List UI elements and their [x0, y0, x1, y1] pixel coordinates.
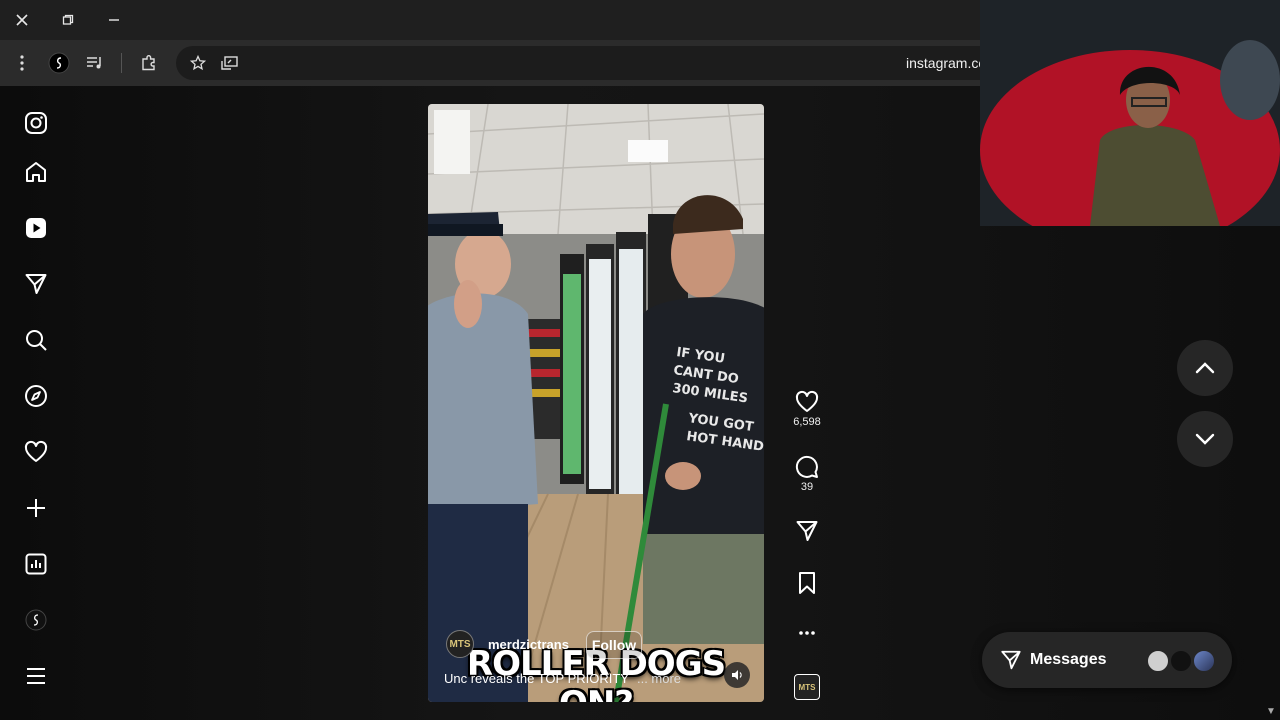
extension-s-icon[interactable] — [47, 51, 71, 75]
instagram-logo-icon[interactable] — [20, 107, 52, 139]
webcam-image — [980, 0, 1280, 226]
share-icon[interactable] — [795, 519, 819, 543]
audio-thumbnail[interactable]: MTS — [791, 674, 823, 700]
minimize-icon[interactable] — [100, 8, 128, 32]
messages-icon[interactable] — [20, 268, 52, 300]
reels-icon[interactable] — [20, 212, 52, 244]
dashboard-icon[interactable] — [20, 548, 52, 580]
follow-button[interactable]: Follow — [586, 631, 642, 659]
more-dots-icon[interactable] — [797, 623, 817, 643]
url-text[interactable]: instagram.co — [906, 55, 986, 71]
reel-description-text: Unc reveals the TOP PRIORITY — [444, 671, 629, 686]
close-icon[interactable] — [8, 8, 36, 32]
heart-icon[interactable] — [795, 390, 819, 414]
comment-action[interactable]: 39 — [791, 455, 823, 493]
profile-icon[interactable] — [20, 604, 52, 636]
install-app-icon[interactable] — [218, 51, 242, 75]
search-icon[interactable] — [20, 324, 52, 356]
comment-count: 39 — [800, 481, 814, 493]
restore-icon[interactable] — [54, 8, 82, 32]
toolbar-separator — [121, 53, 122, 73]
home-icon[interactable] — [20, 156, 52, 188]
notifications-icon[interactable] — [20, 436, 52, 468]
message-avatar-1 — [1146, 649, 1170, 673]
author-username[interactable]: merdzictrans — [488, 637, 569, 652]
messages-send-icon — [1001, 650, 1021, 670]
more-menu-icon[interactable] — [20, 660, 52, 692]
star-icon[interactable] — [186, 51, 210, 75]
next-reel-button[interactable] — [1177, 411, 1233, 467]
message-avatar-2 — [1169, 649, 1193, 673]
more-options-action[interactable] — [791, 623, 823, 643]
messages-bar[interactable]: Messages — [982, 632, 1232, 688]
more-link[interactable]: ... more — [637, 671, 681, 686]
previous-reel-button[interactable] — [1177, 340, 1233, 396]
puzzle-icon[interactable] — [137, 51, 161, 75]
reel-description[interactable]: Unc reveals the TOP PRIORITY ... more — [444, 671, 681, 686]
chevron-down-icon — [1195, 433, 1215, 445]
share-action[interactable] — [791, 519, 823, 543]
comment-icon[interactable] — [795, 455, 819, 479]
bookmark-icon[interactable] — [796, 571, 818, 595]
like-count: 6,598 — [793, 416, 821, 428]
reel-video-frame: IF YOU CANT DO 300 MILES YOU GOT HOT HAN… — [428, 104, 764, 702]
chevron-up-icon — [1195, 362, 1215, 374]
message-avatar-3 — [1192, 649, 1216, 673]
reel-video[interactable]: IF YOU CANT DO 300 MILES YOU GOT HOT HAN… — [428, 104, 764, 702]
menu-dots-icon[interactable] — [10, 51, 34, 75]
volume-icon[interactable] — [724, 662, 750, 688]
author-avatar[interactable]: MTS — [446, 630, 474, 658]
webcam-overlay — [980, 0, 1280, 226]
playlist-icon[interactable] — [83, 51, 107, 75]
like-action[interactable]: 6,598 — [791, 390, 823, 428]
scroll-down-arrow-icon[interactable]: ▼ — [1266, 706, 1276, 717]
save-action[interactable] — [791, 571, 823, 595]
messages-label: Messages — [1030, 651, 1107, 668]
explore-icon[interactable] — [20, 380, 52, 412]
create-icon[interactable] — [20, 492, 52, 524]
audio-cover-icon[interactable]: MTS — [794, 674, 820, 700]
